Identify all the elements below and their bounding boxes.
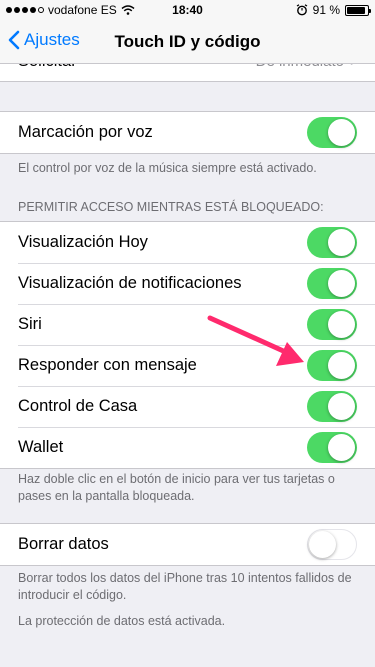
- navigation-bar: Ajustes Touch ID y código: [0, 20, 375, 64]
- page-title: Touch ID y código: [114, 32, 261, 51]
- annotation-arrow: [207, 315, 304, 366]
- battery-icon: [345, 4, 371, 16]
- alarm-icon: [296, 4, 307, 16]
- battery-percent: 91 %: [312, 3, 340, 17]
- status-bar: vodafone ES 18:40 91 %: [0, 0, 375, 20]
